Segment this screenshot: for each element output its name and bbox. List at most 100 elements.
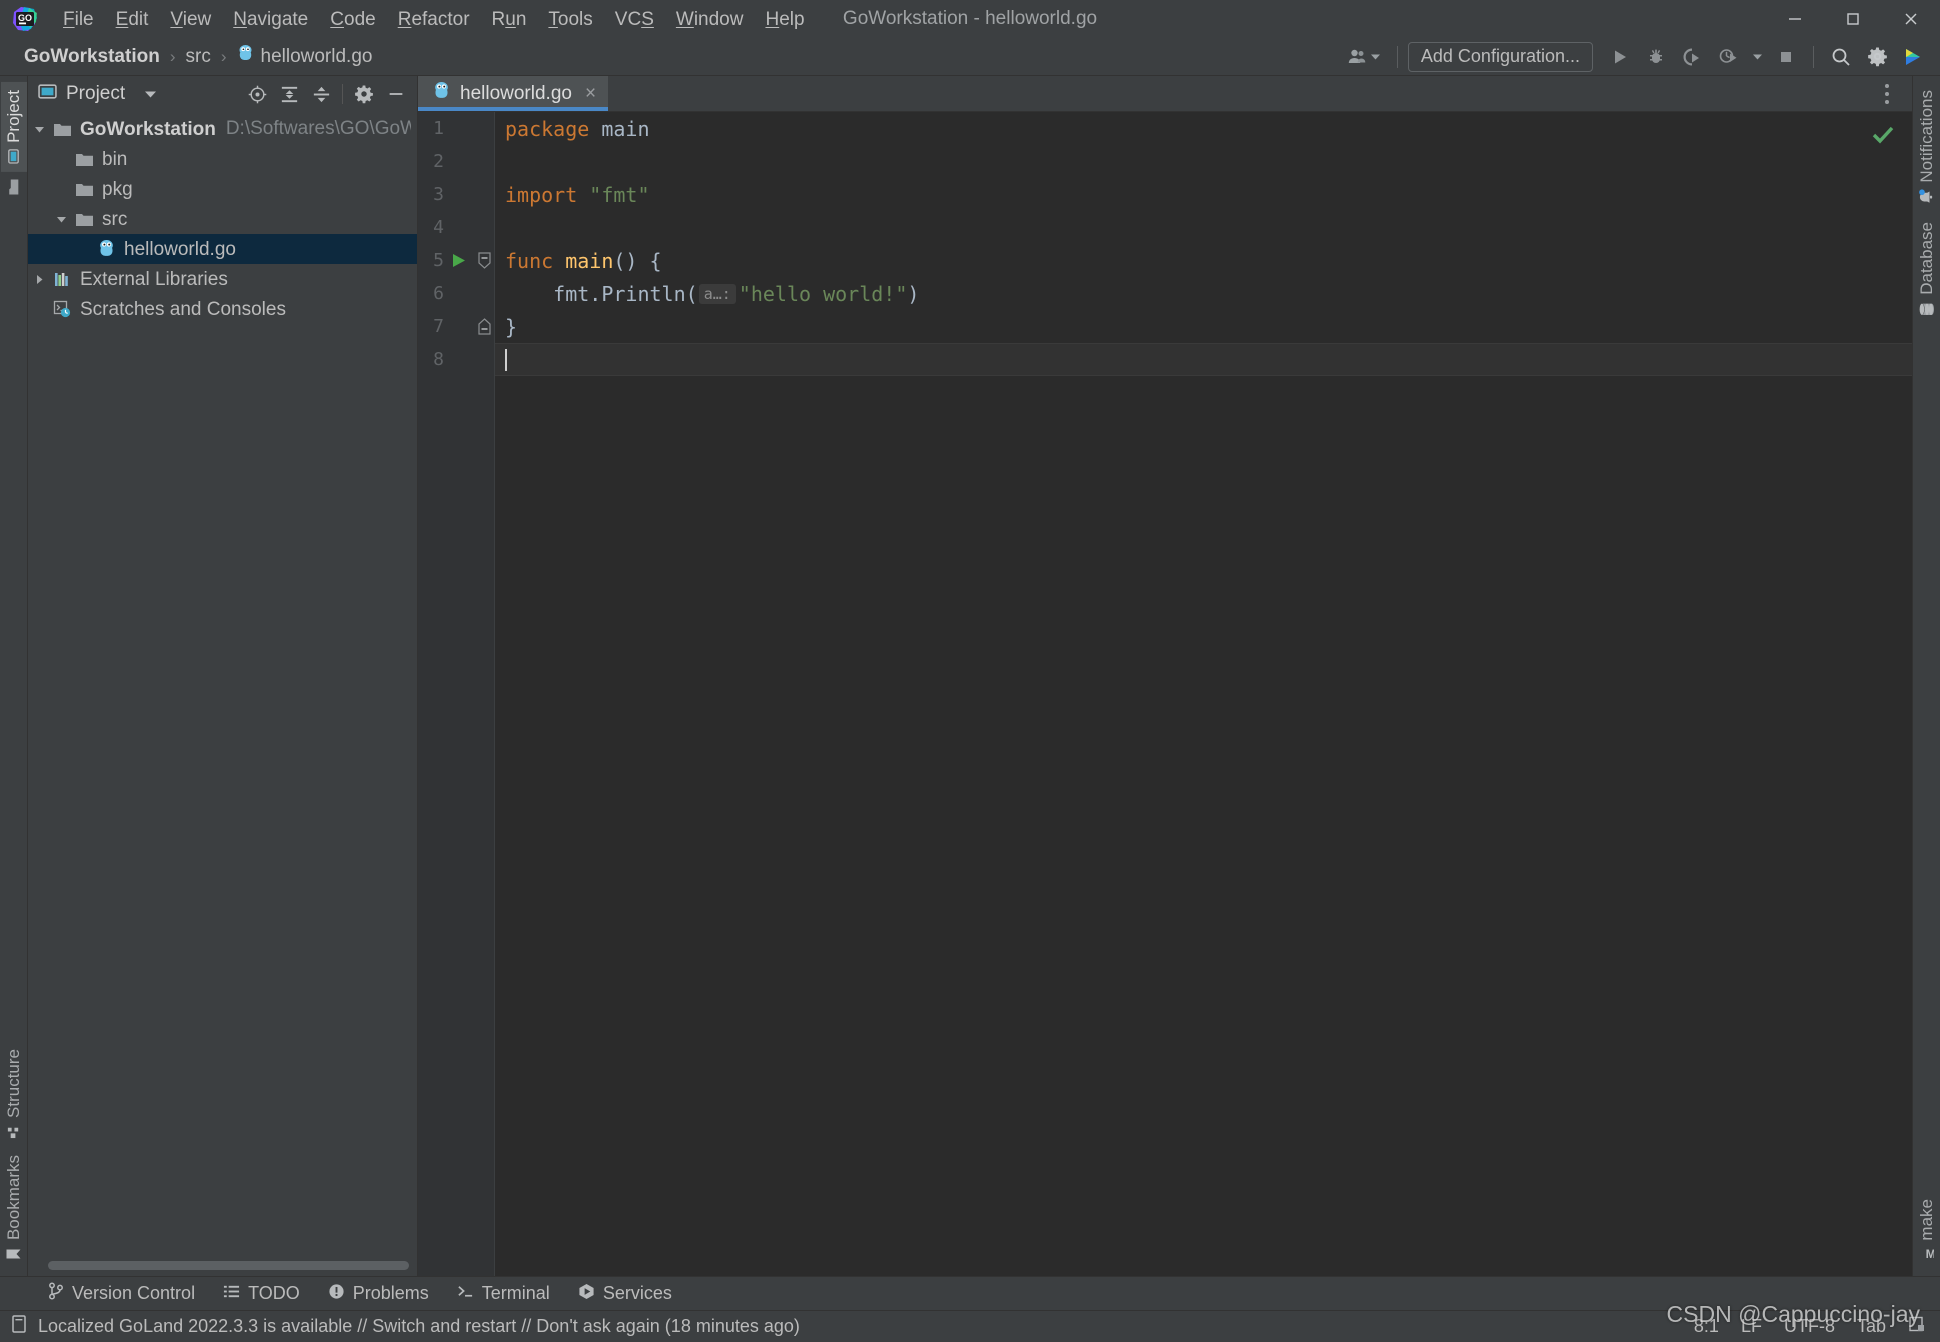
code-line-2[interactable]	[495, 145, 1912, 178]
menu-code[interactable]: Code	[319, 8, 386, 31]
code-line-5[interactable]: func main() {	[495, 244, 1912, 277]
scrollbar-thumb[interactable]	[48, 1260, 409, 1270]
line-number: 4	[433, 217, 444, 238]
code-token-paren-close: )	[907, 281, 920, 306]
sidebar-item-make[interactable]: M make	[1914, 1191, 1940, 1270]
goland-logo-icon: GO	[10, 4, 40, 34]
stop-button[interactable]	[1769, 42, 1803, 72]
tree-row-scratches-and-consoles[interactable]: Scratches and Consoles	[28, 294, 417, 324]
menu-help[interactable]: Help	[754, 8, 815, 31]
tool-button-terminal[interactable]: Terminal	[443, 1279, 564, 1309]
line-separator-widget[interactable]: LF	[1741, 1316, 1762, 1337]
folder-icon	[50, 122, 74, 137]
run-gutter-icon[interactable]	[450, 252, 467, 269]
ide-assistant-button[interactable]	[1896, 42, 1930, 72]
code-editor[interactable]: package main import "fmt" func main() { …	[494, 112, 1912, 1276]
project-settings-button[interactable]	[349, 80, 379, 108]
code-line-6[interactable]: fmt. Println(a…: "hello world!")	[495, 277, 1912, 310]
left-tool-strip: Project Structure Bookmarks	[0, 76, 28, 1276]
select-opened-file-icon	[248, 85, 266, 103]
maximize-button[interactable]	[1824, 0, 1882, 38]
add-configuration-button[interactable]: Add Configuration...	[1407, 41, 1593, 72]
tool-button-services[interactable]: Services	[564, 1279, 686, 1309]
tree-label: External Libraries	[80, 268, 228, 290]
run-button[interactable]	[1603, 42, 1637, 72]
debug-button[interactable]	[1639, 42, 1673, 72]
project-panel-header: Project	[28, 76, 417, 112]
fold-open-icon[interactable]	[477, 252, 492, 269]
sidebar-item-folder[interactable]	[2, 172, 25, 198]
minimize-icon	[1789, 18, 1801, 20]
chevron-collapsed-icon[interactable]	[28, 273, 50, 286]
run-with-coverage-button[interactable]	[1675, 42, 1709, 72]
menu-tools[interactable]: Tools	[537, 8, 603, 31]
menu-vcs[interactable]: VCS	[604, 8, 665, 31]
close-icon[interactable]: ×	[585, 83, 596, 105]
code-line-8[interactable]	[495, 343, 1912, 376]
status-message[interactable]: Localized GoLand 2022.3.3 is available /…	[38, 1316, 800, 1337]
sidebar-item-database[interactable]: Database	[1914, 214, 1940, 326]
breadcrumb-item-src[interactable]: src	[180, 44, 217, 70]
tab-helloworld-go[interactable]: helloworld.go ×	[418, 76, 609, 111]
editor-area: helloworld.go × 1 2 3 4 5 6 7 8 package …	[418, 76, 1912, 1276]
encoding-widget[interactable]: UTF-8	[1784, 1316, 1835, 1337]
tool-button-todo[interactable]: TODO	[209, 1279, 314, 1309]
user-group-icon	[1348, 49, 1366, 63]
tool-button-problems[interactable]: Problems	[314, 1279, 443, 1309]
search-everywhere-button[interactable]	[1824, 42, 1858, 72]
minimize-button[interactable]	[1766, 0, 1824, 38]
menu-view[interactable]: View	[159, 8, 222, 31]
menu-window[interactable]: Window	[665, 8, 755, 31]
editor-gutter[interactable]: 1 2 3 4 5 6 7 8	[418, 112, 494, 1276]
sidebar-item-bookmarks[interactable]: Bookmarks	[1, 1147, 27, 1270]
sidebar-item-project[interactable]: Project	[0, 82, 27, 172]
inspection-status-widget[interactable]	[1870, 122, 1896, 153]
more-vertical-icon[interactable]	[1874, 79, 1900, 109]
user-group-button[interactable]	[1341, 42, 1387, 72]
profile-button[interactable]	[1711, 42, 1745, 72]
close-button[interactable]	[1882, 0, 1940, 38]
menu-refactor[interactable]: Refactor	[387, 8, 481, 31]
tree-row-goworkstation[interactable]: GoWorkstation D:\Softwares\GO\GoWorkstat…	[28, 114, 417, 144]
settings-button[interactable]	[1860, 42, 1894, 72]
tree-row-helloworld-go[interactable]: helloworld.go	[28, 234, 417, 264]
fold-end-icon[interactable]	[477, 318, 492, 335]
chevron-expanded-icon[interactable]	[28, 123, 50, 136]
tree-row-external-libraries[interactable]: External Libraries	[28, 264, 417, 294]
code-line-1[interactable]: package main	[495, 112, 1912, 145]
project-panel-horizontal-scrollbar[interactable]	[28, 1254, 417, 1276]
menu-navigate[interactable]: Navigate	[222, 8, 319, 31]
code-line-4[interactable]	[495, 211, 1912, 244]
status-bar: Localized GoLand 2022.3.3 is available /…	[0, 1301, 1940, 1342]
expand-all-button[interactable]	[274, 80, 304, 108]
code-line-7[interactable]: }	[495, 310, 1912, 343]
chevron-expanded-icon[interactable]	[50, 213, 72, 226]
menu-file[interactable]: FFileile	[52, 8, 105, 31]
title-bar: GO FFileile Edit View Navigate Code Refa…	[0, 0, 1940, 38]
chevron-down-icon[interactable]	[144, 89, 157, 99]
breadcrumb-item-project[interactable]: GoWorkstation	[18, 44, 166, 70]
collapse-all-button[interactable]	[306, 80, 336, 108]
code-line-3[interactable]: import "fmt"	[495, 178, 1912, 211]
tree-row-bin[interactable]: bin	[28, 144, 417, 174]
tree-row-pkg[interactable]: pkg	[28, 174, 417, 204]
sidebar-item-structure[interactable]: Structure	[1, 1041, 27, 1147]
folder-icon	[7, 178, 21, 195]
hide-panel-button[interactable]	[381, 80, 411, 108]
structure-icon	[6, 1124, 21, 1139]
select-opened-file-button[interactable]	[242, 80, 272, 108]
sidebar-item-notifications[interactable]: Notifications	[1914, 82, 1940, 214]
makefile-m-icon: M	[1919, 1246, 1934, 1263]
profile-dropdown-button[interactable]	[1747, 42, 1767, 72]
caret-position-widget[interactable]: 8:1	[1694, 1316, 1719, 1337]
breadcrumb-item-file[interactable]: helloworld.go	[231, 42, 379, 71]
tree-row-src[interactable]: src	[28, 204, 417, 234]
tool-button-version-control[interactable]: Version Control	[34, 1278, 209, 1309]
menu-edit[interactable]: Edit	[105, 8, 160, 31]
event-log-icon[interactable]	[10, 1314, 28, 1339]
menu-run[interactable]: Run	[481, 8, 538, 31]
project-panel-title[interactable]: Project	[38, 82, 157, 107]
go-file-icon	[432, 81, 451, 107]
read-only-toggle-icon[interactable]	[1908, 1315, 1926, 1338]
indent-widget[interactable]: Tab	[1857, 1316, 1886, 1337]
